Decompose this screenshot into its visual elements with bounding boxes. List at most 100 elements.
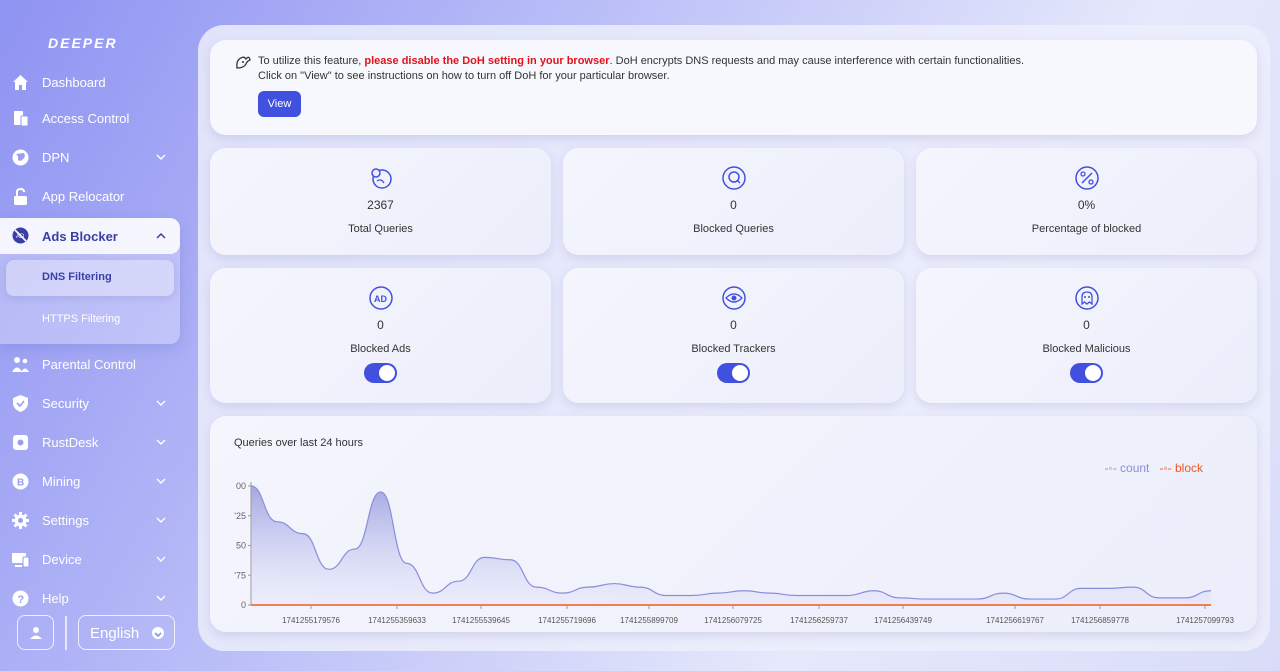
shield-icon <box>11 394 30 413</box>
svg-text:B: B <box>17 477 24 488</box>
sidebar-subitem-https-filtering[interactable]: HTTPS Filtering <box>6 302 174 338</box>
x-tick-label: 1741256439749 <box>874 616 932 625</box>
x-tick-label: 1741256859778 <box>1071 616 1129 625</box>
sidebar-item-settings[interactable]: Settings <box>0 502 180 538</box>
chevron-down-icon <box>156 595 166 601</box>
deeper-logo[interactable]: DEEPER <box>48 34 124 52</box>
question-icon: ? <box>11 589 30 608</box>
sidebar-item-mining[interactable]: B Mining <box>0 463 180 499</box>
y-tick-label: 0 <box>241 600 246 610</box>
stat-value: 0 <box>1083 318 1090 332</box>
stat-percentage-blocked: 0% Percentage of blocked <box>916 148 1257 255</box>
sidebar-item-rustdesk[interactable]: RustDesk <box>0 424 180 460</box>
language-select[interactable]: English <box>78 615 175 650</box>
sidebar-item-label: Access Control <box>42 110 130 126</box>
sidebar-item-label: Help <box>42 590 69 606</box>
sidebar-subitem-dns-filtering[interactable]: DNS Filtering <box>6 260 174 296</box>
series-count-area <box>251 486 1211 605</box>
squirrel-icon <box>236 56 251 69</box>
chevron-down-icon <box>152 627 164 639</box>
sidebar: DEEPER Dashboard Access Control DPN App Rel… <box>0 0 190 671</box>
stat-blocked-ads: AD 0 Blocked Ads <box>210 268 551 403</box>
toggle-knob <box>732 365 748 381</box>
blocked-search-icon <box>722 166 746 190</box>
stat-blocked-malicious: 0 Blocked Malicious <box>916 268 1257 403</box>
user-button[interactable] <box>17 615 54 650</box>
user-icon <box>29 626 42 639</box>
svg-text:AD: AD <box>16 234 25 240</box>
eye-icon <box>722 286 746 310</box>
y-tick-label: 50 <box>236 541 246 551</box>
blocked-ads-toggle[interactable] <box>364 363 397 383</box>
notice-line-1: To utilize this feature, please disable … <box>258 55 1024 67</box>
doh-notice: To utilize this feature, please disable … <box>210 40 1257 135</box>
globe-icon <box>11 148 30 167</box>
svg-text:AD: AD <box>374 294 387 304</box>
access-card-icon <box>11 109 30 128</box>
ads-blocker-group: AD Ads Blocker DNS Filtering HTTPS Filte… <box>0 218 180 344</box>
gear-icon <box>11 511 30 530</box>
percent-icon <box>1075 166 1099 190</box>
x-tick-label: 1741255539645 <box>452 616 510 625</box>
notice-text: To utilize this feature, <box>258 55 365 67</box>
x-tick-label: 1741256079725 <box>704 616 762 625</box>
sidebar-item-dpn[interactable]: DPN <box>0 139 180 175</box>
sidebar-item-parental-control[interactable]: Parental Control <box>0 346 180 382</box>
sidebar-item-access-control[interactable]: Access Control <box>0 100 180 136</box>
sidebar-item-label: Security <box>42 395 89 411</box>
chevron-up-icon <box>156 232 166 239</box>
stat-blocked-trackers: 0 Blocked Trackers <box>563 268 904 403</box>
x-tick-label: 1741255899709 <box>620 616 678 625</box>
sidebar-item-label: Dashboard <box>42 74 106 90</box>
stat-value: 0 <box>730 198 737 212</box>
x-tick-label: 1741255359633 <box>368 616 426 625</box>
view-button[interactable]: View <box>258 91 301 117</box>
blocked-trackers-toggle[interactable] <box>717 363 750 383</box>
stat-label: Blocked Trackers <box>691 343 776 355</box>
queries-chart-card: Queries over last 24 hours -◦- count -◦-… <box>210 416 1257 632</box>
main-panel: To utilize this feature, please disable … <box>198 25 1270 651</box>
sidebar-item-label: Device <box>42 551 82 567</box>
x-tick-label: 1741256619767 <box>986 616 1044 625</box>
sidebar-item-security[interactable]: Security <box>0 385 180 421</box>
blocked-malicious-toggle[interactable] <box>1070 363 1103 383</box>
stat-total-queries: 2367 Total Queries <box>210 148 551 255</box>
stat-label: Blocked Malicious <box>1042 343 1131 355</box>
chevron-down-icon <box>156 400 166 406</box>
unlock-icon <box>11 187 30 206</box>
stat-value: 2367 <box>367 198 394 212</box>
sidebar-item-label: RustDesk <box>42 434 99 450</box>
monitor-icon <box>11 550 30 569</box>
chevron-down-icon <box>156 439 166 445</box>
stat-label: Blocked Queries <box>693 223 774 235</box>
stat-value: 0% <box>1077 198 1096 212</box>
rustdesk-icon <box>11 433 30 452</box>
ghost-icon <box>1075 286 1099 310</box>
sidebar-item-label: Parental Control <box>42 356 136 372</box>
no-ads-icon: AD <box>11 226 30 245</box>
language-label: English <box>90 625 140 642</box>
y-tick-label: 00 <box>236 481 246 491</box>
queries-area-chart: 0 '75 50 '25 00 1741255179576 1741255359633 174… <box>234 481 1234 625</box>
toggle-knob <box>1085 365 1101 381</box>
svg-text:DEEPER: DEEPER <box>48 35 118 51</box>
subitem-label: DNS Filtering <box>42 271 112 283</box>
subitem-label: HTTPS Filtering <box>42 313 121 325</box>
sidebar-item-help[interactable]: ? Help <box>0 580 180 616</box>
sidebar-item-ads-blocker[interactable]: AD Ads Blocker <box>0 218 180 254</box>
stat-label: Total Queries <box>348 223 413 235</box>
stat-label: Blocked Ads <box>350 343 411 355</box>
chevron-down-icon <box>156 556 166 562</box>
chevron-down-icon <box>156 154 166 160</box>
sidebar-item-app-relocator[interactable]: App Relocator <box>0 178 180 214</box>
x-tick-label: 1741255179576 <box>282 616 340 625</box>
coin-icon: B <box>11 472 30 491</box>
stat-label: Percentage of blocked <box>1031 223 1142 235</box>
notice-warning: please disable the DoH setting in your b… <box>364 55 610 67</box>
sidebar-item-device[interactable]: Device <box>0 541 180 577</box>
divider <box>65 616 67 650</box>
stat-value: 0 <box>377 318 384 332</box>
sidebar-item-dashboard[interactable]: Dashboard <box>0 64 180 100</box>
ad-icon: AD <box>369 286 393 310</box>
chevron-down-icon <box>156 517 166 523</box>
